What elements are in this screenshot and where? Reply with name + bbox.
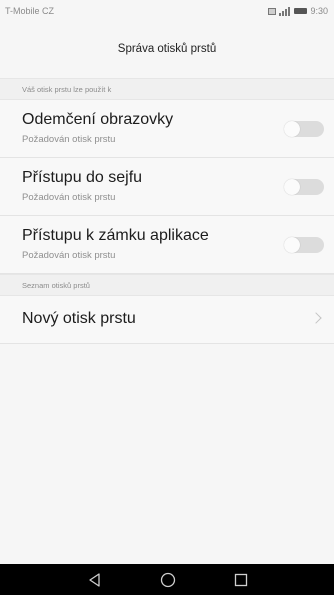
section-header-label: Seznam otisků prstů	[22, 280, 90, 290]
home-button[interactable]	[148, 564, 188, 595]
page-title-bar: Správa otisků prstů	[0, 22, 334, 76]
system-nav-bar	[0, 564, 334, 595]
new-fingerprint-label: Nový otisk prstu	[22, 310, 136, 327]
option-title: Přístupu do sejfu	[22, 169, 143, 186]
safe-access-toggle[interactable]	[284, 179, 324, 195]
recents-button[interactable]	[221, 564, 261, 595]
toggle-knob	[284, 179, 300, 195]
toggle-knob	[284, 237, 300, 253]
carrier-label: T-Mobile CZ	[5, 6, 55, 16]
section-header-fingerprint-list: Seznam otisků prstů	[0, 274, 334, 296]
chevron-right-icon	[310, 312, 322, 324]
option-subtitle: Požadován otisk prstu	[22, 250, 116, 261]
option-title: Odemčení obrazovky	[22, 111, 174, 128]
section-header-label: Váš otisk prstu lze použít k	[22, 84, 112, 94]
option-row-app-lock[interactable]: Přístupu k zámku aplikace Požadován otis…	[0, 216, 334, 274]
option-subtitle: Požadován otisk prstu	[22, 134, 116, 145]
option-row-screen-unlock[interactable]: Odemčení obrazovky Požadován otisk prstu	[0, 100, 334, 158]
toggle-knob	[284, 121, 300, 137]
app-lock-toggle[interactable]	[284, 237, 324, 253]
status-icons: 9:30	[268, 6, 328, 16]
status-bar: T-Mobile CZ 9:30	[0, 0, 334, 22]
page-title: Správa otisků prstů	[117, 43, 217, 55]
recents-icon	[234, 573, 248, 586]
screen-unlock-toggle[interactable]	[284, 121, 324, 137]
clock: 9:30	[310, 6, 328, 16]
battery-icon	[294, 8, 308, 14]
option-title: Přístupu k zámku aplikace	[22, 227, 209, 244]
back-icon	[89, 572, 100, 587]
sim-icon	[268, 7, 277, 15]
new-fingerprint-row[interactable]: Nový otisk prstu	[0, 296, 334, 344]
home-icon	[160, 572, 176, 587]
signal-icon	[279, 6, 291, 16]
option-subtitle: Požadován otisk prstu	[22, 192, 116, 203]
section-header-usage: Váš otisk prstu lze použít k	[0, 78, 334, 100]
back-button[interactable]	[75, 564, 115, 595]
option-row-safe-access[interactable]: Přístupu do sejfu Požadován otisk prstu	[0, 158, 334, 216]
